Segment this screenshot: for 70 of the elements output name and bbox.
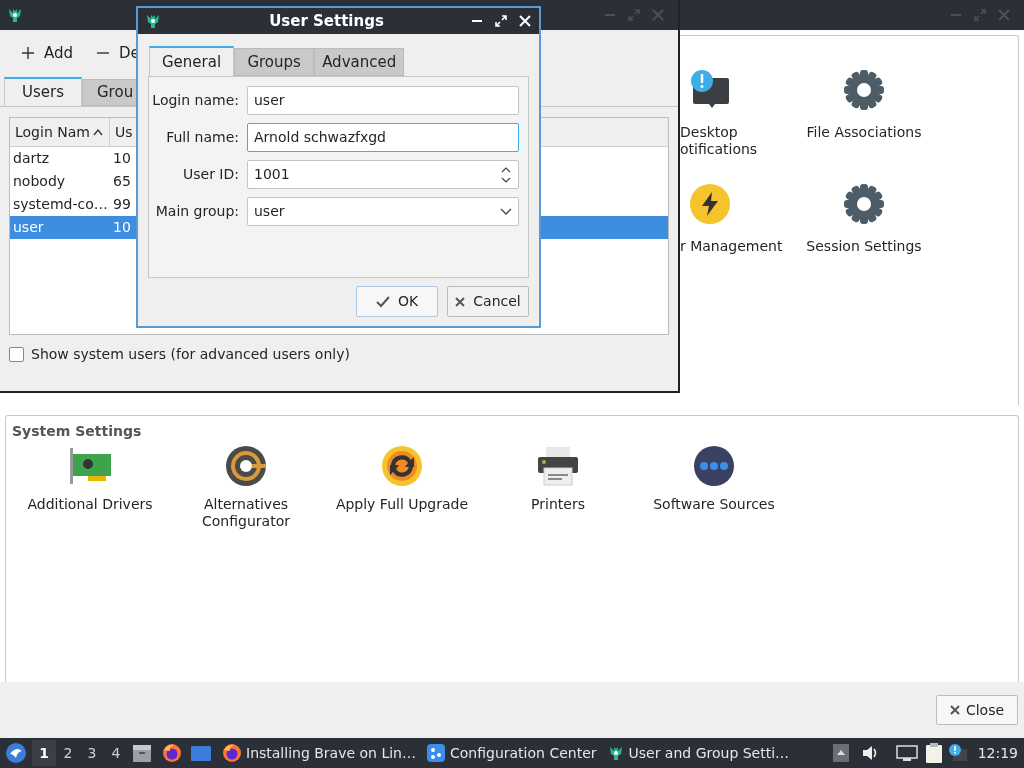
three-dots-icon	[694, 446, 734, 486]
field-label: Full name:	[165, 128, 239, 147]
table-cell-text: nobody	[12, 172, 67, 191]
file-cabinet-icon[interactable]	[132, 743, 152, 763]
printer-icon	[537, 446, 579, 486]
tab[interactable]: Groups	[234, 48, 315, 76]
group-title: System Settings	[12, 422, 143, 441]
add-button[interactable]: Add	[20, 38, 76, 68]
table-cell-text: user	[12, 218, 45, 237]
workspace-button[interactable]: 4	[104, 740, 128, 766]
chevron-down-icon[interactable]	[500, 207, 512, 216]
tab[interactable]: Advanced	[314, 48, 405, 76]
table-cell-text: 99	[112, 195, 131, 214]
table-cell-text: 10	[112, 218, 131, 237]
checkbox[interactable]	[9, 346, 24, 362]
column-header[interactable]: Login Nam	[10, 118, 110, 146]
table-cell-text: 65	[112, 172, 131, 191]
close-button[interactable]: Close	[936, 695, 1018, 725]
field-label: Login name:	[151, 91, 239, 110]
lightning-bolt-icon	[690, 184, 730, 224]
settings-item-label[interactable]: File Associations	[806, 124, 922, 141]
field-label: Main group:	[154, 202, 239, 221]
desktop-icon[interactable]	[190, 743, 212, 763]
tab[interactable]: General	[149, 46, 235, 76]
table-cell-text: dartz	[12, 149, 51, 168]
taskbar-task[interactable]: User and Group Setti…	[606, 740, 790, 766]
input-field[interactable]: Arnold schwazfxgd	[247, 123, 519, 152]
table-cell-text: 10	[112, 149, 131, 168]
clock: 12:19	[977, 743, 1018, 763]
ok-button[interactable]: OK	[356, 286, 438, 317]
tab[interactable]: Users	[4, 77, 82, 106]
firefox-icon	[222, 743, 242, 763]
dots-grid-icon	[426, 743, 446, 763]
spin-box[interactable]: 1001	[247, 160, 519, 189]
plus-icon	[22, 47, 34, 59]
workspace-button[interactable]: 3	[80, 740, 104, 766]
sort-ascending-icon	[91, 127, 104, 137]
cancel-button[interactable]: Cancel	[447, 286, 529, 317]
close-icon	[949, 705, 960, 715]
check-icon	[375, 295, 390, 308]
clipboard-icon[interactable]	[923, 742, 944, 764]
notification-bubble-icon	[690, 70, 730, 110]
expansion-card-icon	[68, 446, 112, 486]
settings-item-label[interactable]: Printers	[531, 496, 585, 513]
circle-a-icon	[226, 446, 266, 486]
close-icon	[455, 296, 466, 307]
settings-item-label[interactable]: Alternatives Configurator	[202, 496, 290, 530]
settings-item-label[interactable]: r Management	[680, 238, 783, 255]
settings-item-label[interactable]: Apply Full Upgrade	[335, 496, 469, 513]
start-menu-icon[interactable]	[5, 742, 27, 764]
checkbox-label: Show system users (for advanced users only)	[31, 344, 350, 364]
settings-item-label[interactable]: Additional Drivers	[27, 496, 153, 513]
settings-item-label[interactable]: Desktop otifications	[680, 124, 758, 158]
network-icon[interactable]	[895, 743, 918, 763]
table-cell-text: systemd-co…	[12, 195, 109, 214]
workspace-button[interactable]: 2	[56, 740, 80, 766]
settings-item-label[interactable]: Session Settings	[806, 238, 922, 255]
circular-arrows-icon	[381, 445, 423, 487]
firefox-icon[interactable]	[162, 743, 182, 763]
workspace-button[interactable]: 1	[32, 740, 56, 766]
field-label: User ID:	[182, 165, 239, 184]
gear-icon	[844, 184, 884, 224]
taskbar-task[interactable]: Configuration Center	[426, 740, 597, 766]
dialog-title: User Settings	[268, 10, 385, 32]
taskbar-task[interactable]: Installing Brave on Lin…	[222, 740, 416, 766]
dropdown[interactable]: user	[247, 197, 519, 226]
input-field[interactable]: user	[247, 86, 519, 115]
notification-icon[interactable]	[947, 743, 968, 763]
gear-icon	[844, 70, 884, 110]
settings-item-label[interactable]: Software Sources	[653, 496, 775, 513]
